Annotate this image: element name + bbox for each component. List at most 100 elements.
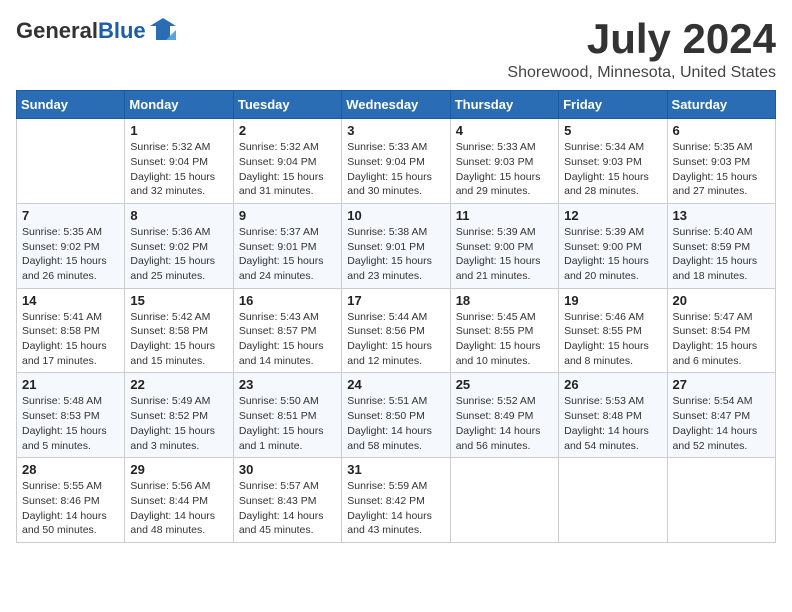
calendar-cell: 5Sunrise: 5:34 AM Sunset: 9:03 PM Daylig… (559, 119, 667, 204)
calendar-cell: 15 Sunrise: 5:42 AM Sunset: 8:58 PM Dayli… (125, 288, 233, 373)
calendar-cell: 16 Sunrise: 5:43 AM Sunset: 8:57 PM Dayli… (233, 288, 341, 373)
day-info: Sunrise: 5:37 AM Sunset: 9:01 PM Dayligh… (239, 225, 336, 284)
calendar-cell (667, 458, 775, 543)
day-info: Sunrise: 5:51 AM Sunset: 8:50 PM Dayligh… (347, 394, 444, 453)
calendar-cell: 27Sunrise: 5:54 AM Sunset: 8:47 PM Dayli… (667, 373, 775, 458)
calendar-cell: 13 Sunrise: 5:40 AM Sunset: 8:59 PM Dayli… (667, 203, 775, 288)
calendar-cell: 22 Sunrise: 5:49 AM Sunset: 8:52 PM Dayli… (125, 373, 233, 458)
day-number: 13 (673, 208, 770, 223)
header-thursday: Thursday (450, 91, 558, 119)
page-header: GeneralBlue July 2024 Shorewood, Minneso… (16, 16, 776, 82)
day-info: Sunrise: 5:34 AM Sunset: 9:03 PM Dayligh… (564, 140, 661, 199)
day-info: Sunrise: 5:48 AM Sunset: 8:53 PM Dayligh… (22, 394, 119, 453)
calendar-cell: 21 Sunrise: 5:48 AM Sunset: 8:53 PM Dayli… (17, 373, 125, 458)
calendar-cell (450, 458, 558, 543)
day-number: 15 (130, 293, 227, 308)
day-info: Sunrise: 5:41 AM Sunset: 8:58 PM Dayligh… (22, 310, 119, 369)
day-number: 16 (239, 293, 336, 308)
day-info: Sunrise: 5:56 AM Sunset: 8:44 PM Dayligh… (130, 479, 227, 538)
day-number: 4 (456, 123, 553, 138)
day-number: 1 (130, 123, 227, 138)
calendar-cell: 9 Sunrise: 5:37 AM Sunset: 9:01 PM Daylig… (233, 203, 341, 288)
day-info: Sunrise: 5:33 AM Sunset: 9:03 PM Dayligh… (456, 140, 553, 199)
calendar-cell: 2 Sunrise: 5:32 AM Sunset: 9:04 PM Daylig… (233, 119, 341, 204)
location-subtitle: Shorewood, Minnesota, United States (507, 64, 776, 82)
calendar-cell: 7Sunrise: 5:35 AM Sunset: 9:02 PM Daylig… (17, 203, 125, 288)
day-info: Sunrise: 5:52 AM Sunset: 8:49 PM Dayligh… (456, 394, 553, 453)
calendar-cell: 11Sunrise: 5:39 AM Sunset: 9:00 PM Dayli… (450, 203, 558, 288)
calendar-cell: 31 Sunrise: 5:59 AM Sunset: 8:42 PM Dayli… (342, 458, 450, 543)
day-number: 9 (239, 208, 336, 223)
calendar-cell: 3Sunrise: 5:33 AM Sunset: 9:04 PM Daylig… (342, 119, 450, 204)
calendar-cell: 25 Sunrise: 5:52 AM Sunset: 8:49 PM Dayli… (450, 373, 558, 458)
day-number: 27 (673, 377, 770, 392)
calendar-cell: 14 Sunrise: 5:41 AM Sunset: 8:58 PM Dayli… (17, 288, 125, 373)
calendar-cell: 8Sunrise: 5:36 AM Sunset: 9:02 PM Daylig… (125, 203, 233, 288)
day-info: Sunrise: 5:57 AM Sunset: 8:43 PM Dayligh… (239, 479, 336, 538)
day-info: Sunrise: 5:40 AM Sunset: 8:59 PM Dayligh… (673, 225, 770, 284)
day-info: Sunrise: 5:42 AM Sunset: 8:58 PM Dayligh… (130, 310, 227, 369)
day-number: 25 (456, 377, 553, 392)
day-number: 29 (130, 462, 227, 477)
day-number: 12 (564, 208, 661, 223)
logo-blue: Blue (98, 18, 146, 43)
header-monday: Monday (125, 91, 233, 119)
calendar-table: SundayMondayTuesdayWednesdayThursdayFrid… (16, 90, 776, 543)
day-number: 3 (347, 123, 444, 138)
logo-general: General (16, 18, 98, 43)
day-number: 30 (239, 462, 336, 477)
calendar-week-row: 21 Sunrise: 5:48 AM Sunset: 8:53 PM Dayli… (17, 373, 776, 458)
calendar-cell: 6Sunrise: 5:35 AM Sunset: 9:03 PM Daylig… (667, 119, 775, 204)
header-sunday: Sunday (17, 91, 125, 119)
day-number: 8 (130, 208, 227, 223)
day-number: 22 (130, 377, 227, 392)
day-info: Sunrise: 5:35 AM Sunset: 9:03 PM Dayligh… (673, 140, 770, 199)
calendar-cell: 23 Sunrise: 5:50 AM Sunset: 8:51 PM Dayli… (233, 373, 341, 458)
calendar-cell: 12 Sunrise: 5:39 AM Sunset: 9:00 PM Dayli… (559, 203, 667, 288)
day-number: 14 (22, 293, 119, 308)
day-number: 23 (239, 377, 336, 392)
day-number: 24 (347, 377, 444, 392)
calendar-cell: 28 Sunrise: 5:55 AM Sunset: 8:46 PM Dayli… (17, 458, 125, 543)
day-info: Sunrise: 5:59 AM Sunset: 8:42 PM Dayligh… (347, 479, 444, 538)
calendar-cell: 10Sunrise: 5:38 AM Sunset: 9:01 PM Dayli… (342, 203, 450, 288)
day-number: 20 (673, 293, 770, 308)
calendar-cell: 24 Sunrise: 5:51 AM Sunset: 8:50 PM Dayli… (342, 373, 450, 458)
calendar-cell: 4 Sunrise: 5:33 AM Sunset: 9:03 PM Daylig… (450, 119, 558, 204)
day-info: Sunrise: 5:47 AM Sunset: 8:54 PM Dayligh… (673, 310, 770, 369)
day-info: Sunrise: 5:39 AM Sunset: 9:00 PM Dayligh… (564, 225, 661, 284)
day-number: 18 (456, 293, 553, 308)
day-info: Sunrise: 5:46 AM Sunset: 8:55 PM Dayligh… (564, 310, 661, 369)
logo: GeneralBlue (16, 16, 178, 46)
month-title: July 2024 (507, 16, 776, 62)
header-wednesday: Wednesday (342, 91, 450, 119)
day-number: 17 (347, 293, 444, 308)
day-info: Sunrise: 5:43 AM Sunset: 8:57 PM Dayligh… (239, 310, 336, 369)
day-info: Sunrise: 5:53 AM Sunset: 8:48 PM Dayligh… (564, 394, 661, 453)
calendar-week-row: 14 Sunrise: 5:41 AM Sunset: 8:58 PM Dayli… (17, 288, 776, 373)
header-saturday: Saturday (667, 91, 775, 119)
day-info: Sunrise: 5:49 AM Sunset: 8:52 PM Dayligh… (130, 394, 227, 453)
calendar-cell (17, 119, 125, 204)
day-info: Sunrise: 5:32 AM Sunset: 9:04 PM Dayligh… (130, 140, 227, 199)
day-info: Sunrise: 5:50 AM Sunset: 8:51 PM Dayligh… (239, 394, 336, 453)
day-number: 19 (564, 293, 661, 308)
calendar-cell: 19 Sunrise: 5:46 AM Sunset: 8:55 PM Dayli… (559, 288, 667, 373)
day-number: 2 (239, 123, 336, 138)
calendar-cell: 29 Sunrise: 5:56 AM Sunset: 8:44 PM Dayli… (125, 458, 233, 543)
calendar-week-row: 7Sunrise: 5:35 AM Sunset: 9:02 PM Daylig… (17, 203, 776, 288)
day-info: Sunrise: 5:45 AM Sunset: 8:55 PM Dayligh… (456, 310, 553, 369)
day-info: Sunrise: 5:55 AM Sunset: 8:46 PM Dayligh… (22, 479, 119, 538)
day-number: 31 (347, 462, 444, 477)
day-info: Sunrise: 5:32 AM Sunset: 9:04 PM Dayligh… (239, 140, 336, 199)
day-info: Sunrise: 5:38 AM Sunset: 9:01 PM Dayligh… (347, 225, 444, 284)
day-number: 7 (22, 208, 119, 223)
day-info: Sunrise: 5:44 AM Sunset: 8:56 PM Dayligh… (347, 310, 444, 369)
header-tuesday: Tuesday (233, 91, 341, 119)
calendar-cell: 17 Sunrise: 5:44 AM Sunset: 8:56 PM Dayli… (342, 288, 450, 373)
calendar-cell: 18 Sunrise: 5:45 AM Sunset: 8:55 PM Dayli… (450, 288, 558, 373)
day-number: 28 (22, 462, 119, 477)
day-number: 26 (564, 377, 661, 392)
day-number: 21 (22, 377, 119, 392)
header-friday: Friday (559, 91, 667, 119)
